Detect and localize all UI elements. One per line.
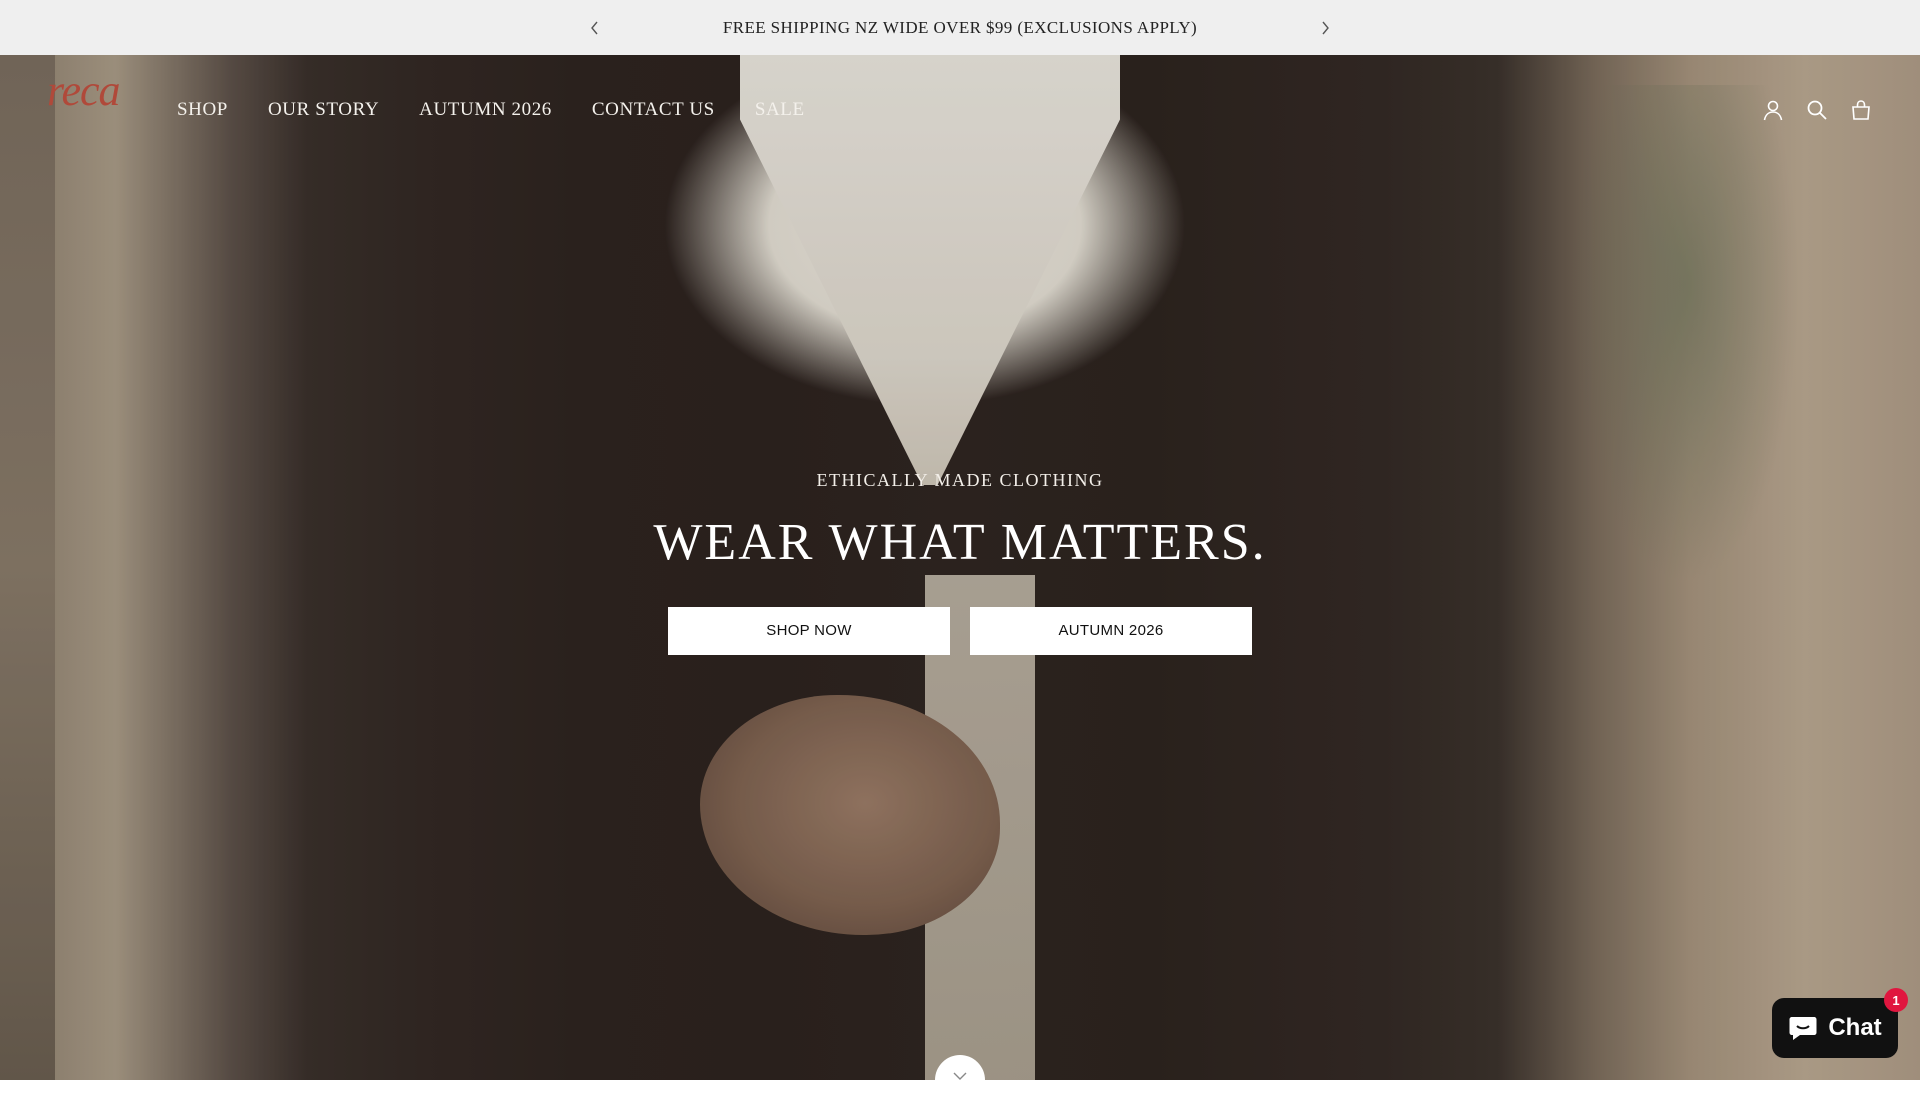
chat-label: Chat <box>1828 1014 1882 1041</box>
announcement-prev-button[interactable] <box>580 13 610 43</box>
site-header: reca SHOP OUR STORY AUTUMN 2026 CONTACT … <box>0 55 1920 165</box>
header-actions <box>1761 97 1873 123</box>
hero-eyebrow: ETHICALLY MADE CLOTHING <box>816 470 1104 490</box>
scroll-down-button[interactable] <box>935 1055 985 1105</box>
hero-content: ETHICALLY MADE CLOTHING WEAR WHAT MATTER… <box>0 470 1920 655</box>
chevron-left-icon <box>591 21 598 34</box>
nav-item-contact-us[interactable]: CONTACT US <box>592 99 715 121</box>
brand-logo[interactable]: reca <box>47 69 121 113</box>
chat-unread-badge: 1 <box>1884 988 1908 1012</box>
search-button[interactable] <box>1805 97 1829 123</box>
main-nav: SHOP OUR STORY AUTUMN 2026 CONTACT US SA… <box>177 99 805 121</box>
chat-widget-button[interactable]: Chat 1 <box>1772 988 1908 1058</box>
search-icon <box>1807 100 1827 120</box>
account-button[interactable] <box>1761 97 1785 123</box>
announcement-bar: FREE SHIPPING NZ WIDE OVER $99 (EXCLUSIO… <box>0 0 1920 55</box>
account-icon <box>1763 100 1783 121</box>
chat-bubble-icon <box>1789 1017 1817 1040</box>
shop-now-button[interactable]: SHOP NOW <box>668 606 950 655</box>
nav-item-shop[interactable]: SHOP <box>177 99 228 121</box>
autumn-2026-button[interactable]: AUTUMN 2026 <box>970 606 1252 655</box>
nav-item-sale[interactable]: SALE <box>755 99 805 121</box>
cart-button[interactable] <box>1849 97 1873 123</box>
hero-cta-row: SHOP NOW AUTUMN 2026 <box>0 606 1920 655</box>
chevron-right-icon <box>1322 21 1329 34</box>
announcement-next-button[interactable] <box>1310 13 1340 43</box>
hero-headline: WEAR WHAT MATTERS. <box>653 514 1267 571</box>
nav-item-autumn-2026[interactable]: AUTUMN 2026 <box>419 99 552 121</box>
nav-item-our-story[interactable]: OUR STORY <box>268 99 379 121</box>
announcement-text: FREE SHIPPING NZ WIDE OVER $99 (EXCLUSIO… <box>722 17 1198 37</box>
cart-icon <box>1852 100 1870 120</box>
